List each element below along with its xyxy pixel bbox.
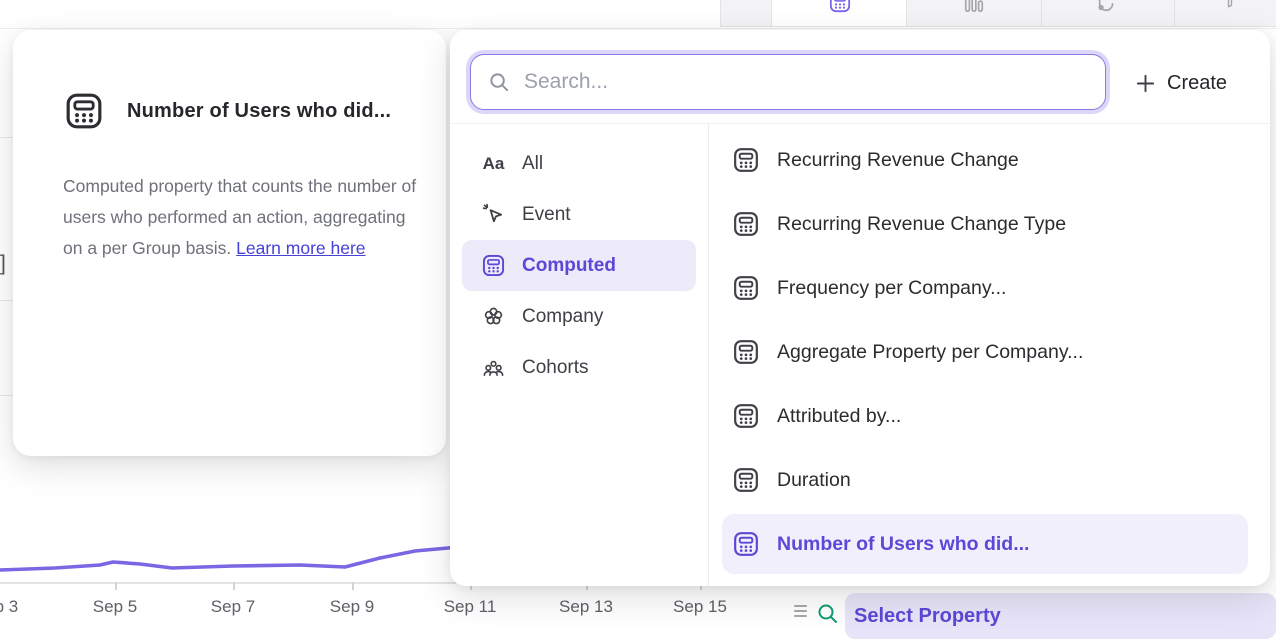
- tab-separator: [1174, 0, 1175, 27]
- property-label: Recurring Revenue Change: [777, 149, 1019, 172]
- create-button-label: Create: [1167, 72, 1227, 95]
- tooltip-description: Computed property that counts the number…: [63, 171, 429, 264]
- calculator-icon: [733, 211, 759, 237]
- calculator-icon: [733, 531, 759, 557]
- category-label: Event: [522, 204, 571, 226]
- x-axis-label: Sep 7: [193, 597, 273, 617]
- calculator-icon: [733, 211, 759, 237]
- search-icon: [488, 71, 511, 94]
- tab-separator: [1041, 0, 1042, 27]
- calculator-icon: [733, 275, 759, 301]
- property-label: Recurring Revenue Change Type: [777, 213, 1066, 236]
- panel-divider: [450, 123, 1270, 124]
- calculator-icon: [733, 339, 759, 365]
- drag-handle-icon[interactable]: [794, 605, 807, 617]
- background-divider: [0, 395, 13, 396]
- query-builder-row: Select Property: [780, 588, 1276, 642]
- calculator-icon: [733, 403, 759, 429]
- property-list: Recurring Revenue Change Recurring Revenu…: [708, 128, 1270, 574]
- category-label: All: [522, 153, 543, 175]
- category-label: Company: [522, 306, 603, 328]
- category-label: Computed: [522, 255, 616, 277]
- cohorts-icon: [482, 356, 505, 379]
- property-label: Frequency per Company...: [777, 277, 1006, 300]
- category-item-event[interactable]: Event: [462, 189, 696, 240]
- property-item[interactable]: Duration: [708, 448, 1270, 512]
- search-input[interactable]: [524, 70, 1105, 94]
- plus-icon: [1135, 73, 1156, 94]
- calculator-icon: [65, 92, 103, 130]
- property-item[interactable]: Frequency per Company...: [708, 256, 1270, 320]
- property-item[interactable]: Recurring Revenue Change: [708, 128, 1270, 192]
- bar-chart-icon[interactable]: [963, 0, 985, 13]
- property-item[interactable]: Attributed by...: [708, 384, 1270, 448]
- background-divider: [0, 300, 13, 301]
- select-property-label: Select Property: [854, 605, 1001, 628]
- metric-line-chart: [0, 533, 470, 593]
- x-axis-label: Sep 3: [0, 597, 36, 617]
- calculator-icon: [733, 467, 759, 493]
- learn-more-link[interactable]: Learn more here: [236, 238, 365, 258]
- calculator-icon: [733, 403, 759, 429]
- calculator-icon: [733, 339, 759, 365]
- funnel-icon[interactable]: [1221, 0, 1239, 9]
- calculator-icon: [482, 254, 505, 277]
- event-cursor-icon: [482, 203, 505, 226]
- property-label: Number of Users who did...: [777, 533, 1029, 556]
- x-axis-label: Sep 15: [660, 597, 740, 617]
- property-item[interactable]: Number of Users who did...: [722, 514, 1248, 574]
- tab-computed-active[interactable]: [771, 0, 907, 27]
- category-label: Cohorts: [522, 357, 589, 379]
- property-label: Duration: [777, 469, 851, 492]
- category-item-computed[interactable]: Computed: [462, 240, 696, 291]
- calculator-icon: [482, 254, 505, 277]
- calculator-icon: [733, 147, 759, 173]
- x-axis-label: Sep 5: [75, 597, 155, 617]
- calculator-icon: [733, 531, 759, 557]
- background-divider: [0, 137, 13, 138]
- tooltip-title: Number of Users who did...: [127, 100, 391, 123]
- calculator-icon: [829, 0, 851, 13]
- search-icon: [816, 602, 840, 626]
- category-item-company[interactable]: Company: [462, 291, 696, 342]
- property-tooltip-card: Number of Users who did... Computed prop…: [13, 30, 446, 456]
- select-property-button[interactable]: Select Property: [845, 593, 1276, 639]
- x-axis-tick: [115, 582, 117, 590]
- cohorts-icon: [482, 356, 505, 379]
- company-icon: [482, 305, 505, 328]
- property-label: Attributed by...: [777, 405, 901, 428]
- aa-icon: Aa: [482, 154, 505, 174]
- property-label: Aggregate Property per Company...: [777, 341, 1083, 364]
- x-axis-line: [0, 582, 456, 584]
- create-button[interactable]: Create: [1135, 67, 1227, 99]
- company-icon: [482, 305, 505, 328]
- app-root: ] Sep 3 Sep 5 Sep 7 Sep 9 Sep 11 Sep 13 Sep 15…: [0, 0, 1276, 642]
- category-list: Aa All Event Computed Company Cohorts: [450, 138, 708, 393]
- property-picker-panel: Create AaAllEventComputedCompanyCohorts …: [450, 30, 1270, 586]
- property-item[interactable]: Aggregate Property per Company...: [708, 320, 1270, 384]
- calculator-icon: [733, 275, 759, 301]
- x-axis-tick: [352, 582, 354, 590]
- search-box: [470, 54, 1106, 110]
- report-type-tabbar: [720, 0, 1276, 27]
- event-cursor-icon: [482, 203, 505, 226]
- property-item[interactable]: Recurring Revenue Change Type: [708, 192, 1270, 256]
- x-axis-label: Sep 11: [430, 597, 510, 617]
- x-axis-label: Sep 13: [546, 597, 626, 617]
- x-axis-tick: [233, 582, 235, 590]
- partial-bracket-text: ]: [0, 252, 6, 276]
- calculator-icon: [733, 147, 759, 173]
- retention-icon[interactable]: [1096, 0, 1118, 13]
- category-item-cohorts[interactable]: Cohorts: [462, 342, 696, 393]
- x-axis-label: Sep 9: [312, 597, 392, 617]
- top-divider: [0, 28, 1276, 29]
- calculator-icon: [733, 467, 759, 493]
- category-item-all[interactable]: Aa All: [462, 138, 696, 189]
